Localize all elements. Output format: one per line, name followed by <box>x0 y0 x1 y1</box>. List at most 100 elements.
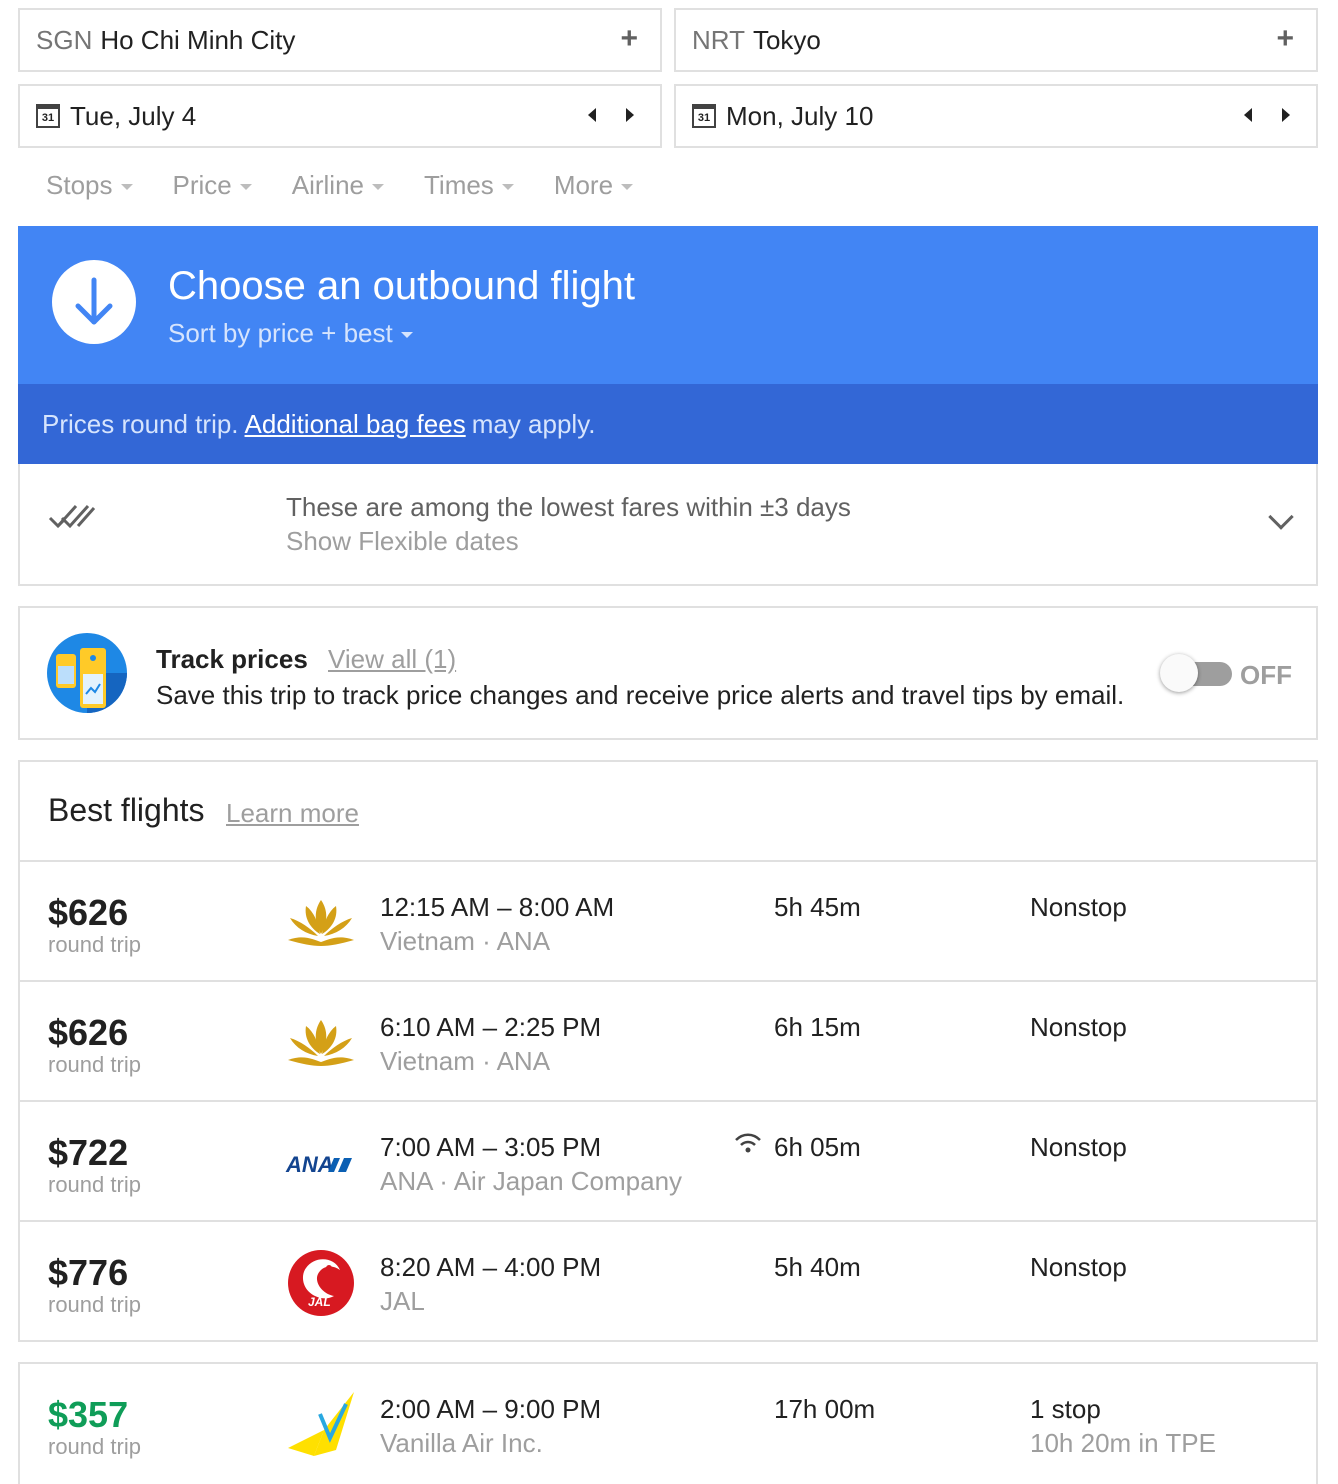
ana-logo-icon: ANA <box>285 1152 352 1177</box>
trip-type: round trip <box>48 1172 141 1197</box>
best-flights-title: Best flights <box>48 792 205 828</box>
filter-price[interactable]: Price <box>173 170 252 201</box>
return-date-label: Mon, July 10 <box>726 100 874 131</box>
learn-more-link[interactable]: Learn more <box>226 798 359 829</box>
trip-type: round trip <box>48 1434 141 1459</box>
toggle-state-label: OFF <box>1240 660 1292 690</box>
double-check-icon <box>48 504 96 529</box>
outbound-header: Choose an outbound flight Sort by price … <box>18 226 1318 384</box>
flight-layover: 10h 20m in TPE <box>1030 1428 1216 1458</box>
bag-fees-link[interactable]: Additional bag fees <box>245 409 466 440</box>
price-tag-icon <box>47 633 127 713</box>
svg-text:ANA: ANA <box>285 1152 334 1177</box>
svg-text:JAL: JAL <box>308 1295 331 1309</box>
flight-price: $626 <box>48 1012 129 1053</box>
track-prices-toggle[interactable] <box>1160 654 1232 692</box>
price-notice: Prices round trip. Additional bag fees m… <box>18 384 1318 464</box>
dropdown-caret-icon <box>120 183 133 190</box>
wifi-icon <box>735 1133 761 1153</box>
origin-field[interactable]: SGN Ho Chi Minh City + <box>18 8 662 72</box>
depart-date-label: Tue, July 4 <box>70 100 197 131</box>
flight-airline: Vietnam · ANA <box>380 1046 551 1076</box>
trip-type: round trip <box>48 932 141 957</box>
next-date-arrow-icon[interactable] <box>626 108 634 122</box>
destination-city: Tokyo <box>752 24 821 55</box>
flight-row[interactable]: $357 round trip 2:00 AM – 9:00 PM Vanill… <box>20 1364 1316 1484</box>
page-title: Choose an outbound flight <box>168 264 636 308</box>
depart-date-field[interactable]: 31 Tue, July 4 <box>18 84 662 148</box>
flight-duration: 5h 40m <box>774 1252 861 1282</box>
flight-duration: 5h 45m <box>774 892 861 922</box>
filter-label: Airline <box>291 170 364 200</box>
return-date-field[interactable]: 31 Mon, July 10 <box>674 84 1318 148</box>
previous-date-arrow-icon[interactable] <box>1244 108 1252 122</box>
flight-price: $776 <box>48 1252 129 1293</box>
flight-row[interactable]: $776 round trip JAL 8:20 AM – 4:00 PM JA… <box>20 1222 1316 1342</box>
filter-bar: Stops Price Airline Times More <box>46 170 634 201</box>
flight-airline: JAL <box>380 1286 425 1316</box>
lowest-fares-message: These are among the lowest fares within … <box>286 492 851 522</box>
flight-times: 7:00 AM – 3:05 PM <box>380 1132 602 1162</box>
flight-row[interactable]: $626 round trip 12:15 AM – 8:00 AM Vietn… <box>20 862 1316 982</box>
flight-airline: ANA · Air Japan Company <box>380 1166 683 1196</box>
vietnam-airlines-logo-icon <box>288 900 354 946</box>
calendar-icon: 31 <box>692 104 716 128</box>
origin-code: SGN <box>36 24 93 55</box>
dropdown-caret-icon <box>501 183 514 190</box>
flight-stops: Nonstop <box>1030 1132 1127 1162</box>
previous-date-arrow-icon[interactable] <box>588 108 596 122</box>
flight-price: $626 <box>48 892 129 933</box>
filter-label: Stops <box>46 170 113 200</box>
flight-duration: 6h 05m <box>774 1132 861 1162</box>
flexible-dates-link[interactable]: Show Flexible dates <box>286 526 519 557</box>
best-flights-card: Best flights Learn more $626 round trip … <box>18 760 1318 1342</box>
other-flights-card: $357 round trip 2:00 AM – 9:00 PM Vanill… <box>18 1362 1318 1484</box>
sort-label: Sort by price + best <box>168 318 393 348</box>
flight-row[interactable]: $722 round trip ANA 7:00 AM – 3:05 PM AN… <box>20 1102 1316 1222</box>
filter-label: Price <box>172 170 232 200</box>
destination-field[interactable]: NRT Tokyo + <box>674 8 1318 72</box>
outbound-arrow-icon <box>52 260 136 344</box>
flight-duration: 17h 00m <box>774 1394 876 1424</box>
add-destination-plus-icon[interactable]: + <box>1276 24 1294 54</box>
dropdown-caret-icon <box>400 331 413 338</box>
filter-times[interactable]: Times <box>424 170 514 201</box>
origin-city: Ho Chi Minh City <box>100 24 296 55</box>
filter-stops[interactable]: Stops <box>46 170 133 201</box>
track-prices-title: Track prices <box>156 644 308 674</box>
vietnam-airlines-logo-icon <box>288 1020 354 1066</box>
flight-duration: 6h 15m <box>774 1012 861 1042</box>
trip-type: round trip <box>48 1052 141 1077</box>
calendar-icon: 31 <box>36 104 60 128</box>
flight-airline: Vanilla Air Inc. <box>380 1428 543 1458</box>
sort-dropdown[interactable]: Sort by price + best <box>168 318 413 349</box>
add-origin-plus-icon[interactable]: + <box>620 24 638 54</box>
flight-stops: Nonstop <box>1030 1012 1127 1042</box>
lowest-fares-card[interactable]: These are among the lowest fares within … <box>18 464 1318 586</box>
chevron-down-icon[interactable] <box>1268 504 1294 530</box>
trip-type: round trip <box>48 1292 141 1317</box>
filter-more[interactable]: More <box>553 170 634 201</box>
filter-airline[interactable]: Airline <box>292 170 384 201</box>
flight-times: 6:10 AM – 2:25 PM <box>380 1012 602 1042</box>
view-all-link[interactable]: View all (1) <box>328 644 456 675</box>
destination-code: NRT <box>692 24 745 55</box>
flight-times: 8:20 AM – 4:00 PM <box>380 1252 602 1282</box>
flight-stops: 1 stop <box>1030 1394 1101 1424</box>
flight-price: $722 <box>48 1132 129 1173</box>
flight-times: 12:15 AM – 8:00 AM <box>380 892 615 922</box>
flight-stops: Nonstop <box>1030 1252 1127 1282</box>
toggle-knob <box>1160 654 1198 692</box>
flight-airline: Vietnam · ANA <box>380 926 551 956</box>
track-prices-card: Track prices View all (1) Save this trip… <box>18 606 1318 740</box>
dropdown-caret-icon <box>372 183 384 190</box>
flight-price: $357 <box>48 1394 129 1435</box>
flight-row[interactable]: $626 round trip 6:10 AM – 2:25 PM Vietna… <box>20 982 1316 1102</box>
notice-prefix: Prices round trip. <box>42 408 239 439</box>
notice-suffix: may apply. <box>471 408 596 439</box>
jal-logo-icon: JAL <box>288 1250 354 1316</box>
filter-label: More <box>553 170 614 200</box>
next-date-arrow-icon[interactable] <box>1282 108 1290 122</box>
filter-label: Times <box>424 170 494 200</box>
dropdown-caret-icon <box>621 183 634 190</box>
